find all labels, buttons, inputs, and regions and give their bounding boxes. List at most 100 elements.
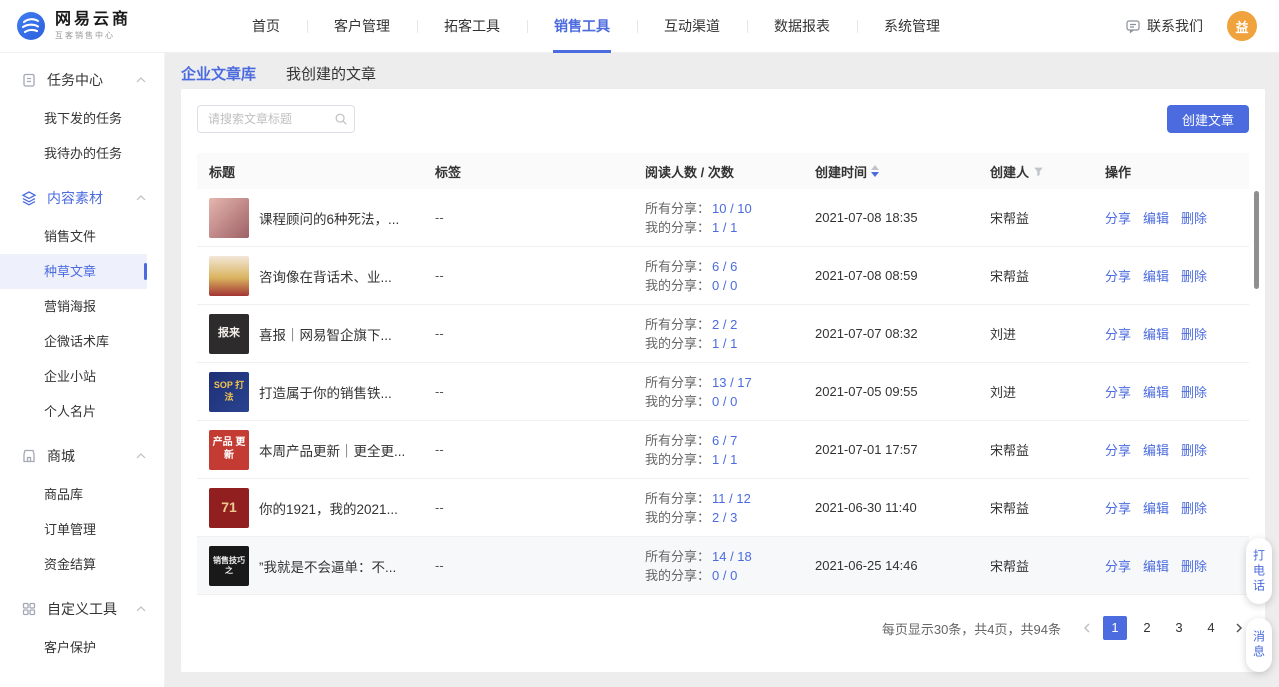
- sidebar-item-企微话术库[interactable]: 企微话术库: [0, 324, 147, 359]
- row-action-删除[interactable]: 删除: [1181, 266, 1207, 285]
- sidebar-item-我下发的任务[interactable]: 我下发的任务: [0, 101, 147, 136]
- row-action-分享[interactable]: 分享: [1105, 266, 1131, 285]
- scrollbar-thumb[interactable]: [1254, 191, 1259, 289]
- sidebar-item-个人名片[interactable]: 个人名片: [0, 394, 147, 429]
- topnav-item-首页[interactable]: 首页: [225, 0, 307, 53]
- row-action-删除[interactable]: 删除: [1181, 498, 1207, 517]
- article-title[interactable]: 打造属于你的销售铁...: [259, 382, 392, 402]
- page-3[interactable]: 3: [1167, 616, 1191, 640]
- my-share-count[interactable]: 1 / 1: [712, 334, 737, 353]
- share-all-label: 所有分享：: [645, 547, 710, 566]
- share-all-label: 所有分享：: [645, 489, 710, 508]
- brand: 网易云商 互客销售中心: [0, 11, 225, 41]
- message-button[interactable]: 消息: [1246, 618, 1272, 672]
- my-share-count[interactable]: 1 / 1: [712, 450, 737, 469]
- row-action-分享[interactable]: 分享: [1105, 440, 1131, 459]
- contact-us-button[interactable]: 联系我们: [1125, 16, 1203, 36]
- my-share-count[interactable]: 2 / 3: [712, 508, 737, 527]
- sidebar-item-资金结算[interactable]: 资金结算: [0, 547, 147, 582]
- content-icon: [21, 190, 37, 206]
- row-action-删除[interactable]: 删除: [1181, 324, 1207, 343]
- row-action-编辑[interactable]: 编辑: [1143, 382, 1169, 401]
- sidebar-item-种草文章[interactable]: 种草文章: [0, 254, 147, 289]
- topnav-item-客户管理[interactable]: 客户管理: [307, 0, 417, 53]
- share-my-label: 我的分享：: [645, 392, 710, 411]
- avatar[interactable]: 益: [1227, 11, 1257, 41]
- sidebar-item-商品库[interactable]: 商品库: [0, 477, 147, 512]
- search-input[interactable]: [197, 105, 355, 133]
- sidebar-section-任务中心[interactable]: 任务中心: [0, 59, 164, 101]
- prev-page-button[interactable]: [1077, 622, 1097, 634]
- article-title[interactable]: ”我就是不会逼单：不...: [259, 556, 396, 576]
- my-share-count[interactable]: 0 / 0: [712, 392, 737, 411]
- sort-icon[interactable]: [871, 165, 879, 177]
- row-action-编辑[interactable]: 编辑: [1143, 440, 1169, 459]
- table-row: 报来 喜报｜网易智企旗下... -- 所有分享： 2 / 2 我的分享： 1 /…: [197, 305, 1249, 363]
- all-share-count[interactable]: 11 / 12: [712, 489, 751, 508]
- all-share-count[interactable]: 13 / 17: [712, 373, 752, 392]
- main-content: 企业文章库 我创建的文章 创建文章 标题 标签 阅读人数 / 次数 创建时间: [165, 53, 1279, 687]
- share-my-label: 我的分享：: [645, 276, 710, 295]
- row-action-分享[interactable]: 分享: [1105, 382, 1131, 401]
- row-action-删除[interactable]: 删除: [1181, 208, 1207, 227]
- all-share-count[interactable]: 2 / 2: [712, 315, 737, 334]
- topnav-item-销售工具[interactable]: 销售工具: [527, 0, 637, 53]
- row-action-编辑[interactable]: 编辑: [1143, 324, 1169, 343]
- row-action-分享[interactable]: 分享: [1105, 556, 1131, 575]
- article-tag: --: [423, 442, 633, 457]
- article-title[interactable]: 本周产品更新｜更全更...: [259, 440, 405, 460]
- row-action-分享[interactable]: 分享: [1105, 324, 1131, 343]
- all-share-count[interactable]: 14 / 18: [712, 547, 752, 566]
- topnav-item-互动渠道[interactable]: 互动渠道: [637, 0, 747, 53]
- article-title[interactable]: 喜报｜网易智企旗下...: [259, 324, 392, 344]
- my-share-count[interactable]: 0 / 0: [712, 566, 737, 585]
- row-action-编辑[interactable]: 编辑: [1143, 208, 1169, 227]
- share-all-label: 所有分享：: [645, 431, 710, 450]
- sidebar-section-内容素材[interactable]: 内容素材: [0, 177, 164, 219]
- article-thumbnail: SOP 打法: [209, 372, 249, 412]
- page-4[interactable]: 4: [1199, 616, 1223, 640]
- all-share-count[interactable]: 6 / 6: [712, 257, 737, 276]
- sidebar-item-客户保护[interactable]: 客户保护: [0, 630, 147, 665]
- article-title[interactable]: 咨询像在背话术、业...: [259, 266, 392, 286]
- all-share-count[interactable]: 10 / 10: [712, 199, 752, 218]
- call-button[interactable]: 打电话: [1246, 538, 1272, 604]
- article-thumbnail: 销售技巧之: [209, 546, 249, 586]
- row-action-编辑[interactable]: 编辑: [1143, 266, 1169, 285]
- sidebar-section-自定义工具[interactable]: 自定义工具: [0, 588, 164, 630]
- my-share-count[interactable]: 1 / 1: [712, 218, 737, 237]
- sidebar-section-商城[interactable]: 商城: [0, 435, 164, 477]
- article-title[interactable]: 你的1921，我的2021...: [259, 498, 398, 518]
- topnav-item-拓客工具[interactable]: 拓客工具: [417, 0, 527, 53]
- row-action-删除[interactable]: 删除: [1181, 556, 1207, 575]
- article-title[interactable]: 课程顾问的6种死法，...: [259, 208, 399, 228]
- created-time: 2021-07-01 17:57: [803, 442, 978, 457]
- page-2[interactable]: 2: [1135, 616, 1159, 640]
- row-action-分享[interactable]: 分享: [1105, 208, 1131, 227]
- row-action-编辑[interactable]: 编辑: [1143, 556, 1169, 575]
- sidebar-item-我待办的任务[interactable]: 我待办的任务: [0, 136, 147, 171]
- sidebar-item-企业小站[interactable]: 企业小站: [0, 359, 147, 394]
- sidebar-item-销售文件[interactable]: 销售文件: [0, 219, 147, 254]
- row-actions: 分享编辑删除: [1093, 324, 1249, 343]
- table-row: 课程顾问的6种死法，... -- 所有分享： 10 / 10 我的分享： 1 /…: [197, 189, 1249, 247]
- all-share-count[interactable]: 6 / 7: [712, 431, 737, 450]
- th-actions: 操作: [1093, 162, 1249, 181]
- sidebar: 任务中心 我下发的任务我待办的任务 内容素材 销售文件种草文章营销海报企微话术库…: [0, 53, 165, 687]
- sidebar-section: 商城 商品库订单管理资金结算: [0, 435, 164, 582]
- row-action-分享[interactable]: 分享: [1105, 498, 1131, 517]
- row-action-删除[interactable]: 删除: [1181, 382, 1207, 401]
- sidebar-item-营销海报[interactable]: 营销海报: [0, 289, 147, 324]
- filter-icon[interactable]: [1033, 166, 1044, 177]
- row-actions: 分享编辑删除: [1093, 440, 1249, 459]
- search-icon[interactable]: [334, 112, 348, 126]
- row-action-编辑[interactable]: 编辑: [1143, 498, 1169, 517]
- page-1[interactable]: 1: [1103, 616, 1127, 640]
- create-article-button[interactable]: 创建文章: [1167, 105, 1249, 133]
- sidebar-item-订单管理[interactable]: 订单管理: [0, 512, 147, 547]
- article-thumbnail: 报来: [209, 314, 249, 354]
- topnav-item-数据报表[interactable]: 数据报表: [747, 0, 857, 53]
- topnav-item-系统管理[interactable]: 系统管理: [857, 0, 967, 53]
- my-share-count[interactable]: 0 / 0: [712, 276, 737, 295]
- row-action-删除[interactable]: 删除: [1181, 440, 1207, 459]
